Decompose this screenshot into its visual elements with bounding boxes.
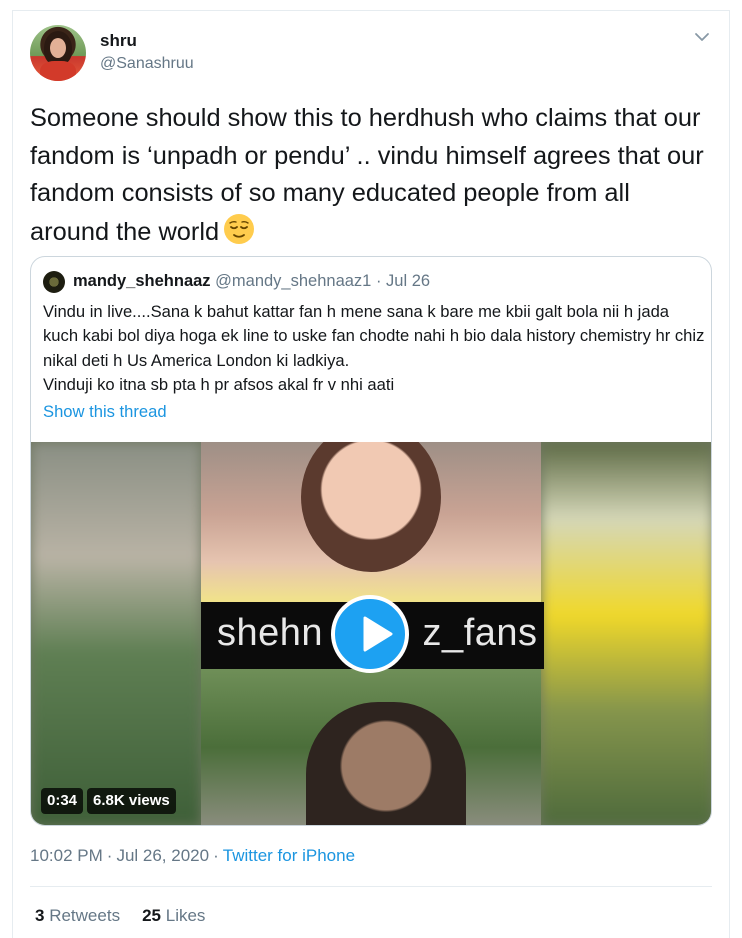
- tweet-text: Someone should show this to herdhush who…: [30, 100, 710, 251]
- retweets-label: Retweets: [49, 906, 121, 925]
- video-views-badge: 6.8K views: [87, 788, 176, 814]
- tweet-text-body: Someone should show this to herdhush who…: [30, 104, 704, 246]
- retweets-stat[interactable]: 3 Retweets: [35, 906, 120, 925]
- video-duration-badge: 0:34: [41, 788, 84, 814]
- video-frame-left: [31, 442, 201, 825]
- retweets-count: 3: [35, 906, 45, 925]
- play-icon: [363, 616, 393, 652]
- divider: [30, 886, 712, 887]
- tweet-stats: 3 Retweets 25 Likes: [35, 906, 205, 926]
- tweet-source-link[interactable]: Twitter for iPhone: [223, 846, 355, 865]
- quoted-display-name[interactable]: mandy_shehnaaz: [73, 272, 211, 290]
- chevron-down-icon[interactable]: [693, 28, 711, 46]
- avatar-body: [40, 61, 76, 81]
- tweet-meta: 10:02 PM · Jul 26, 2020 · Twitter for iPhone: [30, 846, 355, 866]
- avatar[interactable]: [30, 25, 86, 81]
- likes-label: Likes: [165, 906, 206, 925]
- relieved-face-emoji-icon: [224, 213, 255, 244]
- quoted-header: mandy_shehnaaz @mandy_shehnaaz1 · Jul 26: [73, 272, 430, 291]
- user-handle[interactable]: @Sanashruu: [100, 55, 194, 73]
- user-display-name[interactable]: shru: [100, 31, 137, 51]
- avatar-face: [50, 38, 66, 58]
- quoted-handle[interactable]: @mandy_shehnaaz1: [215, 272, 371, 290]
- quoted-date[interactable]: Jul 26: [386, 272, 430, 290]
- quoted-tweet[interactable]: mandy_shehnaaz @mandy_shehnaaz1 · Jul 26…: [30, 256, 712, 826]
- tweet-time[interactable]: 10:02 PM: [30, 846, 103, 865]
- quoted-avatar: [43, 271, 65, 293]
- show-thread-link[interactable]: Show this thread: [43, 402, 167, 422]
- video-frame-right: [541, 442, 711, 825]
- likes-stat[interactable]: 25 Likes: [142, 906, 205, 925]
- video-man-figure: [306, 702, 466, 825]
- meta-separator: ·: [106, 846, 113, 865]
- video-player[interactable]: shehn z_fans 0:34 6.8K views: [31, 442, 711, 825]
- likes-count: 25: [142, 906, 161, 925]
- tweet-date[interactable]: Jul 26, 2020: [116, 846, 209, 865]
- quoted-separator: ·: [375, 272, 382, 290]
- meta-separator: ·: [213, 846, 219, 865]
- play-button[interactable]: [331, 595, 409, 673]
- quoted-text: Vindu in live....Sana k bahut kattar fan…: [43, 302, 705, 394]
